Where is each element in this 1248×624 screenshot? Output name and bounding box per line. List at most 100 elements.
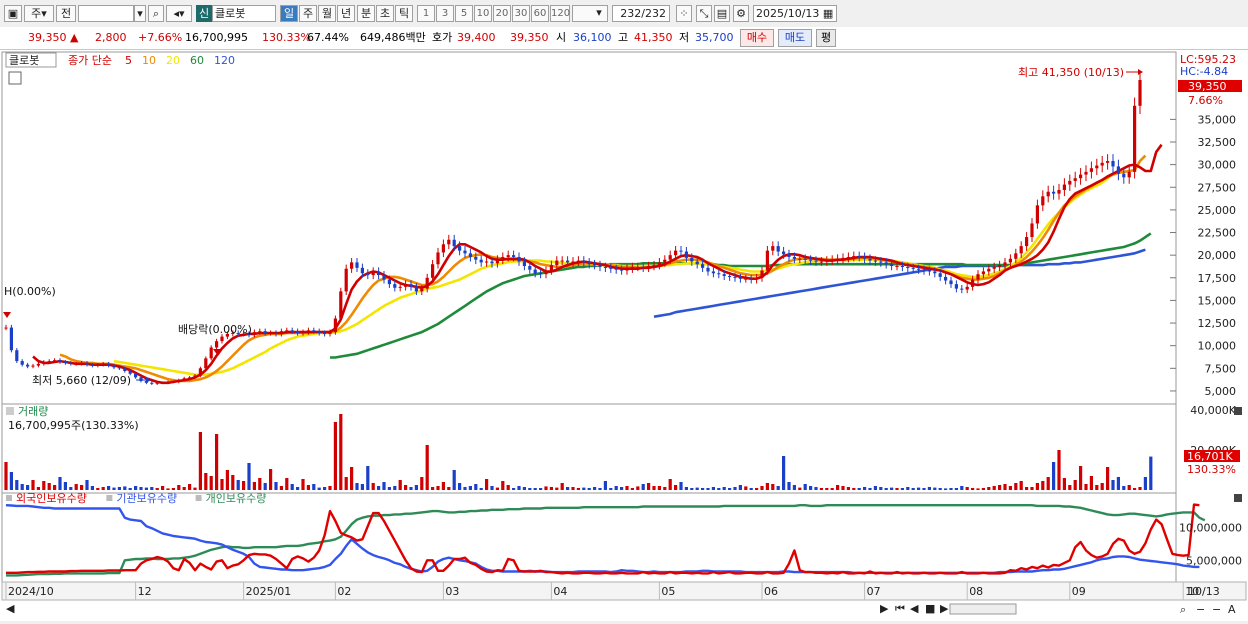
minute-option-1[interactable]: 1 bbox=[417, 5, 435, 22]
volume-bar bbox=[544, 486, 548, 490]
interval-dropdown-icon[interactable]: ▾ bbox=[592, 5, 606, 22]
x-tick-label: 07 bbox=[867, 585, 881, 598]
chart-area[interactable]: 5,000 7,500 10,000 12,500 15,000 17,500 20,000… bbox=[0, 50, 1248, 621]
minute-option-120[interactable]: 120 bbox=[550, 5, 570, 22]
period-type-select[interactable]: 주▾ bbox=[24, 5, 54, 22]
gear-icon[interactable]: ⚙ bbox=[733, 5, 749, 22]
volume-bar bbox=[382, 482, 386, 490]
new-listing-badge[interactable]: 신 bbox=[196, 5, 212, 22]
volume-legend-box bbox=[6, 407, 14, 415]
volume-value: 16,700,995 bbox=[185, 31, 248, 44]
volume-bar bbox=[101, 487, 105, 490]
volume-bar bbox=[501, 481, 505, 490]
candle-body bbox=[944, 276, 948, 281]
minute-option-10[interactable]: 10 bbox=[474, 5, 492, 22]
period-month-button[interactable]: 월 bbox=[318, 5, 336, 22]
candle-body bbox=[182, 378, 186, 381]
candle-body bbox=[782, 251, 786, 255]
candle-body bbox=[441, 244, 445, 253]
candle-body bbox=[468, 253, 472, 257]
evaluate-button[interactable]: 평 bbox=[816, 29, 836, 47]
candle-body bbox=[63, 361, 67, 363]
volume-bar bbox=[306, 485, 310, 490]
candle-body bbox=[981, 271, 985, 275]
volume-bar bbox=[976, 488, 980, 490]
candle-body bbox=[1052, 191, 1056, 194]
minute-option-60[interactable]: 60 bbox=[531, 5, 549, 22]
prev-button[interactable]: 전 bbox=[56, 5, 76, 22]
holding-legend-swatch bbox=[6, 495, 12, 501]
candle-body bbox=[209, 347, 213, 359]
search-icon[interactable]: ⌕ bbox=[148, 5, 164, 22]
volume-bar bbox=[1079, 466, 1083, 490]
candle-body bbox=[576, 260, 580, 262]
volume-bar bbox=[1068, 485, 1072, 490]
period-minute-button[interactable]: 분 bbox=[357, 5, 375, 22]
candle-body bbox=[582, 260, 586, 263]
holding-legend-label: 개인보유수량 bbox=[206, 492, 267, 505]
volume-bar bbox=[290, 484, 294, 490]
minute-option-20[interactable]: 20 bbox=[493, 5, 511, 22]
volume-bar bbox=[252, 482, 256, 490]
period-year-button[interactable]: 년 bbox=[337, 5, 355, 22]
candle-body bbox=[485, 261, 489, 263]
data-count-field[interactable]: 232/232 bbox=[612, 5, 670, 22]
volume-bar bbox=[263, 483, 267, 490]
date-field[interactable]: 2025/10/13 ▦ bbox=[753, 5, 837, 22]
volume-bar bbox=[1073, 480, 1077, 490]
volume-bar bbox=[225, 470, 229, 490]
candle-body bbox=[15, 350, 19, 362]
volume-bar bbox=[960, 486, 964, 490]
save-icon[interactable]: ▤ bbox=[714, 5, 730, 22]
code-dropdown-icon[interactable]: ▾ bbox=[134, 5, 146, 22]
volume-bar bbox=[485, 479, 489, 490]
volume-last-rate: 130.33% bbox=[1187, 463, 1236, 476]
calendar-icon[interactable]: ▦ bbox=[823, 7, 833, 20]
stock-name-field[interactable]: 클로봇 bbox=[212, 5, 276, 22]
grid-icon[interactable]: ⁘ bbox=[676, 5, 692, 22]
minute-option-3[interactable]: 3 bbox=[436, 5, 454, 22]
current-price: 39,350 ▲ bbox=[28, 31, 79, 44]
stock-chart-svg[interactable]: 5,000 7,500 10,000 12,500 15,000 17,500 20,000… bbox=[0, 50, 1248, 621]
speaker-icon[interactable]: ◂▾ bbox=[166, 5, 192, 22]
volume-bar bbox=[733, 487, 737, 490]
volume-bar bbox=[684, 487, 688, 490]
period-week-button[interactable]: 주 bbox=[299, 5, 317, 22]
candle-body bbox=[134, 373, 138, 378]
candle-body bbox=[911, 267, 915, 269]
candle-body bbox=[58, 360, 62, 362]
x-axis-strip bbox=[1, 581, 1247, 601]
candle-body bbox=[501, 256, 505, 260]
crosshair-icon[interactable]: ⤡ bbox=[696, 5, 712, 22]
period-second-button[interactable]: 초 bbox=[376, 5, 394, 22]
minute-option-30[interactable]: 30 bbox=[512, 5, 530, 22]
candle-body bbox=[263, 331, 267, 334]
x-tick-label: 05 bbox=[661, 585, 675, 598]
volume-bar bbox=[74, 484, 78, 490]
volume-bar bbox=[927, 487, 931, 490]
volume-bar bbox=[317, 487, 321, 490]
x-tick-label: 12 bbox=[138, 585, 152, 598]
sell-button[interactable]: 매도 bbox=[778, 29, 812, 47]
period-day-button[interactable]: 일 bbox=[280, 5, 298, 22]
minute-option-5[interactable]: 5 bbox=[455, 5, 473, 22]
low-price: 35,700 bbox=[695, 31, 734, 44]
candle-body bbox=[1068, 180, 1072, 185]
period-type-value: 주 bbox=[31, 7, 42, 20]
candle-body bbox=[393, 284, 397, 288]
volume-bar bbox=[917, 487, 921, 490]
price-tick-label: 12,500 bbox=[1198, 317, 1237, 330]
period-tick-button[interactable]: 틱 bbox=[395, 5, 413, 22]
buy-button[interactable]: 매수 bbox=[740, 29, 774, 47]
candle-body bbox=[312, 330, 316, 332]
stock-code-input[interactable]: 466100 bbox=[78, 5, 134, 22]
candle-body bbox=[269, 333, 273, 335]
scroll-left-icon: ◀ bbox=[6, 602, 15, 615]
left-event-label: H(0.00%) bbox=[4, 285, 56, 298]
scroll-track bbox=[949, 603, 1017, 615]
open-label: 시 bbox=[556, 31, 567, 44]
window-menu-icon[interactable]: ▣ bbox=[4, 5, 22, 22]
volume-bar bbox=[220, 479, 224, 490]
volume-bar bbox=[58, 477, 62, 490]
candle-body bbox=[274, 333, 278, 335]
